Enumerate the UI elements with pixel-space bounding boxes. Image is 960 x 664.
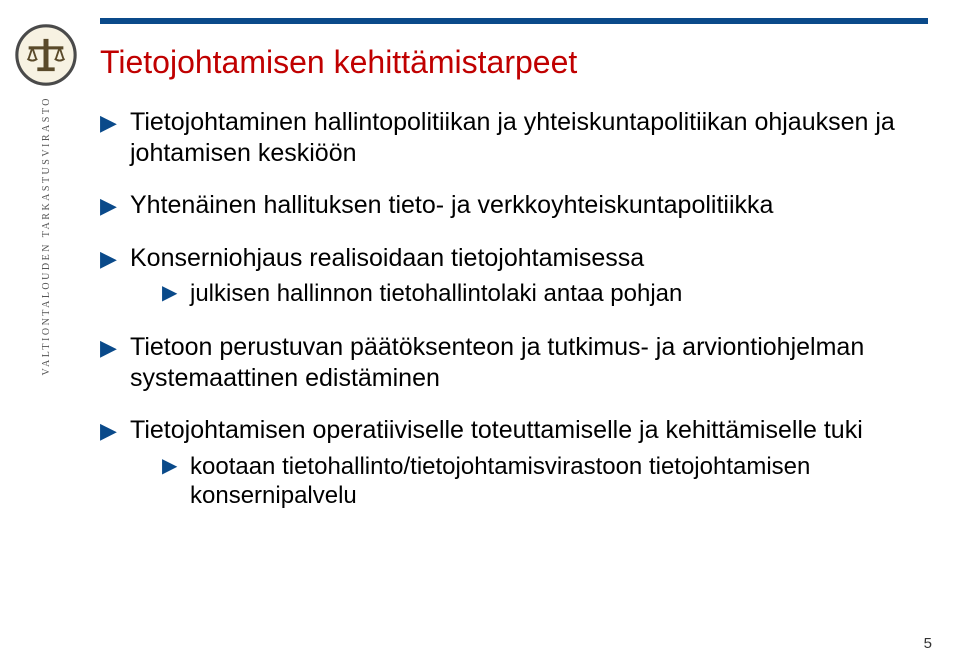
list-item: ▶ Konserniohjaus realisoidaan tietojohta…: [100, 243, 928, 311]
list-subitem-text: kootaan tietohallinto/tietojohtamisviras…: [190, 452, 928, 511]
list-item: ▶ Tietojohtamisen operatiiviselle toteut…: [100, 415, 928, 512]
bullet-marker-icon: ▶: [162, 452, 190, 479]
bullet-marker-icon: ▶: [100, 332, 130, 362]
slide: VALTIONTALOUDEN TARKASTUSVIRASTO Tietojo…: [0, 0, 960, 664]
list-item: ▶ Tietojohtaminen hallintopolitiikan ja …: [100, 107, 928, 168]
bullet-marker-icon: ▶: [100, 107, 130, 137]
bullet-list: ▶ Tietojohtaminen hallintopolitiikan ja …: [100, 107, 928, 512]
org-name-label: VALTIONTALOUDEN TARKASTUSVIRASTO: [41, 96, 52, 375]
list-subitem: ▶ julkisen hallinnon tietohallintolaki a…: [130, 279, 928, 308]
list-subitem: ▶ kootaan tietohallinto/tietojohtamisvir…: [130, 452, 928, 511]
list-item-block: Tietojohtamisen operatiiviselle toteutta…: [130, 415, 928, 512]
list-item-text: Yhtenäinen hallituksen tieto- ja verkkoy…: [130, 190, 928, 221]
org-emblem-icon: [15, 24, 77, 86]
top-accent-bar: [100, 18, 928, 24]
bullet-marker-icon: ▶: [100, 415, 130, 445]
bullet-marker-icon: ▶: [100, 190, 130, 220]
list-item: ▶ Yhtenäinen hallituksen tieto- ja verkk…: [100, 190, 928, 221]
sidebar: VALTIONTALOUDEN TARKASTUSVIRASTO: [0, 0, 92, 664]
list-item-text: Tietojohtaminen hallintopolitiikan ja yh…: [130, 107, 928, 168]
list-item: ▶ Tietoon perustuvan päätöksenteon ja tu…: [100, 332, 928, 393]
list-item-text: Tietoon perustuvan päätöksenteon ja tutk…: [130, 332, 928, 393]
bullet-marker-icon: ▶: [162, 279, 190, 306]
main-area: Tietojohtamisen kehittämistarpeet ▶ Tiet…: [92, 0, 960, 664]
page-title: Tietojohtamisen kehittämistarpeet: [100, 44, 928, 81]
list-subitem-text: julkisen hallinnon tietohallintolaki ant…: [190, 279, 928, 308]
page-number: 5: [924, 635, 932, 652]
list-item-block: Konserniohjaus realisoidaan tietojohtami…: [130, 243, 928, 311]
list-item-text: Tietojohtamisen operatiiviselle toteutta…: [130, 415, 928, 446]
bullet-marker-icon: ▶: [100, 243, 130, 273]
list-item-text: Konserniohjaus realisoidaan tietojohtami…: [130, 243, 928, 274]
